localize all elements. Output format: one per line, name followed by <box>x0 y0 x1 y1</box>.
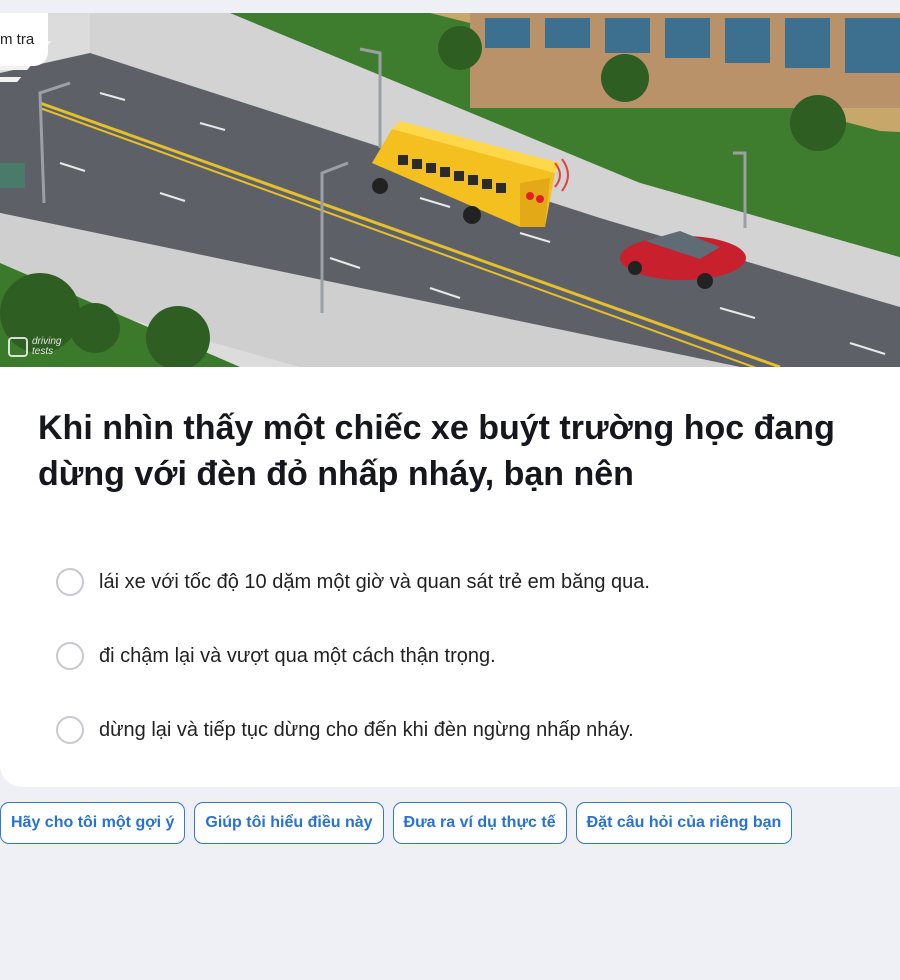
driving-tests-logo-icon <box>8 337 28 357</box>
answer-option-label: dừng lại và tiếp tục dừng cho đến khi đè… <box>99 718 634 741</box>
ask-own-question-button[interactable]: Đặt câu hỏi của riêng bạn <box>575 802 793 844</box>
answer-options: lái xe với tốc độ 10 dặm một giờ và quan… <box>56 561 650 783</box>
radio-button[interactable] <box>56 568 84 596</box>
school-bus-street-illustration <box>0 13 900 367</box>
answer-option-1[interactable]: lái xe với tốc độ 10 dặm một giờ và quan… <box>56 561 650 603</box>
explain-button[interactable]: Giúp tôi hiểu điều này <box>194 802 384 844</box>
question-card: m tra driving tests Khi nhìn thấy một ch… <box>0 13 900 787</box>
check-tab[interactable]: m tra <box>0 13 49 66</box>
answer-option-3[interactable]: dừng lại và tiếp tục dừng cho đến khi đè… <box>56 709 650 751</box>
check-tab-label: m tra <box>0 31 35 48</box>
answer-option-label: đi chậm lại và vượt qua một cách thận tr… <box>99 644 496 667</box>
answer-option-label: lái xe với tốc độ 10 dặm một giờ và quan… <box>99 570 650 593</box>
help-chips: Hãy cho tôi một gợi ý Giúp tôi hiểu điều… <box>0 802 793 844</box>
watermark-text: driving tests <box>32 336 62 357</box>
radio-button[interactable] <box>56 716 84 744</box>
radio-button[interactable] <box>56 642 84 670</box>
question-text: Khi nhìn thấy một chiếc xe buýt trường h… <box>38 409 835 493</box>
answer-option-2[interactable]: đi chậm lại và vượt qua một cách thận tr… <box>56 635 650 677</box>
hint-button[interactable]: Hãy cho tôi một gợi ý <box>0 802 186 844</box>
real-example-button[interactable]: Đưa ra ví dụ thực tế <box>392 802 567 844</box>
driving-tests-watermark: driving tests <box>8 337 72 357</box>
